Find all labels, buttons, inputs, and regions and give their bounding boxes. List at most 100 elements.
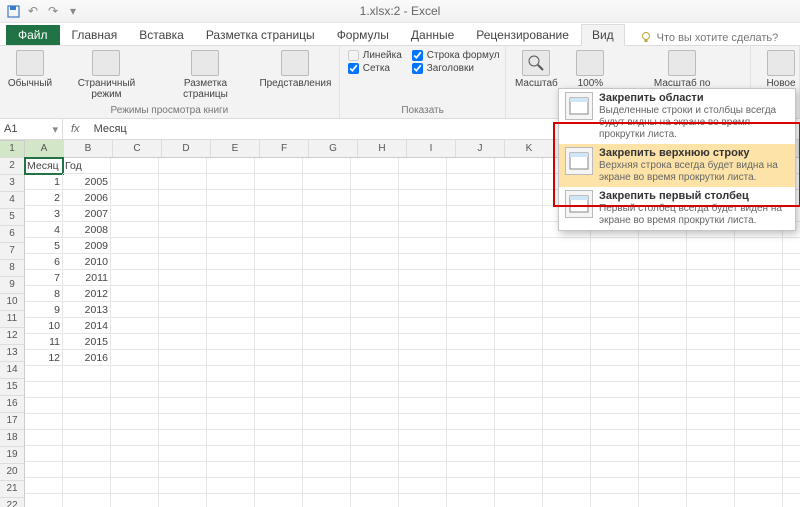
cell[interactable]	[735, 446, 783, 462]
zoom-button[interactable]: Масштаб	[510, 48, 562, 91]
cell[interactable]	[447, 174, 495, 190]
cell[interactable]	[543, 286, 591, 302]
cell[interactable]	[207, 478, 255, 494]
cell[interactable]	[303, 478, 351, 494]
cell[interactable]	[591, 446, 639, 462]
cell[interactable]	[159, 414, 207, 430]
cell[interactable]	[159, 206, 207, 222]
cell[interactable]	[783, 334, 800, 350]
cell[interactable]	[687, 318, 735, 334]
cell[interactable]	[255, 398, 303, 414]
cell[interactable]	[495, 350, 543, 366]
save-icon[interactable]	[6, 4, 20, 18]
cell[interactable]	[495, 382, 543, 398]
cell[interactable]	[207, 158, 255, 174]
cell[interactable]	[687, 398, 735, 414]
cell[interactable]	[111, 302, 159, 318]
cell[interactable]	[351, 286, 399, 302]
cell[interactable]	[735, 238, 783, 254]
cell[interactable]	[303, 206, 351, 222]
cell[interactable]	[639, 286, 687, 302]
cell[interactable]	[25, 382, 63, 398]
qat-customize-icon[interactable]: ▾	[66, 4, 80, 18]
cell[interactable]	[543, 462, 591, 478]
cell[interactable]	[351, 222, 399, 238]
ruler-checkbox[interactable]: Линейка	[348, 50, 402, 61]
cell[interactable]	[159, 190, 207, 206]
cell[interactable]	[111, 414, 159, 430]
view-page-break-button[interactable]: Страничный режим	[58, 48, 155, 102]
row-header[interactable]: 21	[0, 481, 24, 498]
cell[interactable]	[591, 334, 639, 350]
cell[interactable]	[207, 286, 255, 302]
cell[interactable]	[447, 238, 495, 254]
cell[interactable]	[111, 158, 159, 174]
cell[interactable]	[303, 414, 351, 430]
undo-icon[interactable]: ↶	[26, 4, 40, 18]
cell[interactable]	[351, 366, 399, 382]
cell[interactable]	[159, 398, 207, 414]
cell[interactable]: 1	[25, 174, 63, 190]
cell[interactable]	[351, 414, 399, 430]
cell[interactable]: 9	[25, 302, 63, 318]
cell[interactable]	[735, 382, 783, 398]
cell[interactable]	[63, 398, 111, 414]
cell[interactable]	[591, 398, 639, 414]
cell[interactable]	[303, 446, 351, 462]
cell[interactable]: 2010	[63, 254, 111, 270]
cell[interactable]: 2008	[63, 222, 111, 238]
cell[interactable]	[783, 414, 800, 430]
row-header[interactable]: 4	[0, 192, 24, 209]
fx-icon[interactable]: fx	[63, 123, 88, 135]
cell[interactable]	[207, 318, 255, 334]
cell[interactable]	[111, 382, 159, 398]
cell[interactable]	[159, 478, 207, 494]
cell[interactable]	[495, 158, 543, 174]
cell[interactable]	[111, 254, 159, 270]
cell[interactable]	[111, 334, 159, 350]
cell[interactable]	[25, 398, 63, 414]
cell[interactable]	[639, 366, 687, 382]
tab-формулы[interactable]: Формулы	[327, 25, 399, 45]
row-header[interactable]: 13	[0, 345, 24, 362]
cell[interactable]	[783, 462, 800, 478]
cell[interactable]	[25, 430, 63, 446]
cell[interactable]	[495, 318, 543, 334]
cell[interactable]	[303, 462, 351, 478]
view-normal-button[interactable]: Обычный	[4, 48, 56, 91]
cell[interactable]	[63, 462, 111, 478]
cell[interactable]	[351, 462, 399, 478]
cell[interactable]	[735, 350, 783, 366]
cell[interactable]	[735, 398, 783, 414]
cell[interactable]: 8	[25, 286, 63, 302]
row-header[interactable]: 16	[0, 396, 24, 413]
column-header[interactable]: A	[25, 140, 64, 157]
cell[interactable]	[63, 430, 111, 446]
cell[interactable]	[495, 430, 543, 446]
cell[interactable]	[303, 190, 351, 206]
cell[interactable]	[351, 174, 399, 190]
row-header[interactable]: 20	[0, 464, 24, 481]
cell[interactable]	[399, 254, 447, 270]
tell-me[interactable]: Что вы хотите сделать?	[639, 31, 779, 45]
cell[interactable]	[447, 302, 495, 318]
cell[interactable]	[399, 430, 447, 446]
cell[interactable]: 7	[25, 270, 63, 286]
freeze-option-1[interactable]: Закрепить верхнюю строкуВерхняя строка в…	[559, 144, 795, 187]
cell[interactable]	[495, 270, 543, 286]
tab-главная[interactable]: Главная	[62, 25, 128, 45]
cell[interactable]	[735, 366, 783, 382]
cell[interactable]	[639, 430, 687, 446]
cell[interactable]	[303, 366, 351, 382]
cell[interactable]	[735, 334, 783, 350]
cell[interactable]	[543, 366, 591, 382]
freeze-option-0[interactable]: Закрепить областиВыделенные строки и сто…	[559, 89, 795, 144]
cell[interactable]	[639, 238, 687, 254]
cell[interactable]	[783, 366, 800, 382]
cell[interactable]: 5	[25, 238, 63, 254]
row-header[interactable]: 15	[0, 379, 24, 396]
cell[interactable]	[207, 302, 255, 318]
cell[interactable]	[687, 270, 735, 286]
cell[interactable]	[687, 238, 735, 254]
cell[interactable]	[543, 398, 591, 414]
